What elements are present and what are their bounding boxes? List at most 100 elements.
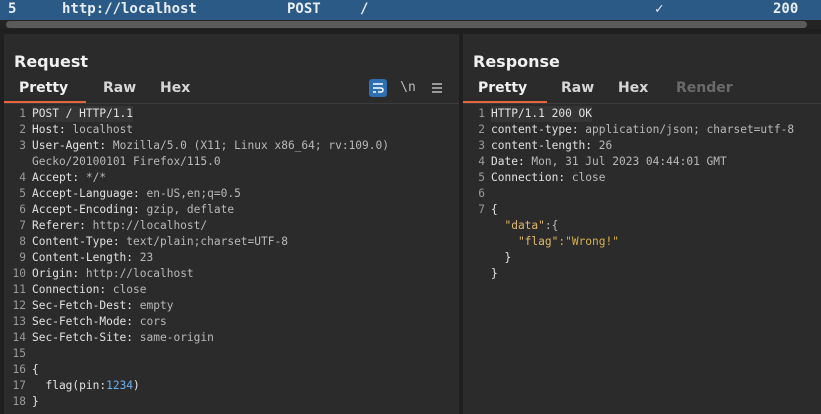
line-content: Referer: http://localhost/	[32, 218, 207, 234]
code-line: 2 content-type: application/json; charset…	[467, 122, 817, 138]
response-pane: Response Pretty Raw Hex Render 1 HTTP/1.1…	[463, 34, 821, 414]
line-key: flag(pin:	[32, 379, 107, 392]
code-line: 17 flag(pin:1234)	[8, 378, 452, 394]
line-number: 2	[19, 123, 26, 136]
line-number: 1	[19, 107, 26, 120]
line-content: Accept-Encoding: gzip, deflate	[32, 202, 234, 218]
response-tab-render[interactable]: Render	[676, 80, 733, 96]
line-value: close	[565, 171, 606, 184]
line-value: :{	[544, 219, 559, 232]
tabs-border	[4, 103, 459, 104]
line-content: Connection: close	[491, 170, 606, 186]
request-tab-pretty[interactable]: Pretty	[19, 80, 68, 96]
line-value: 1234	[106, 379, 134, 392]
line-key: Content-Type:	[32, 235, 120, 248]
line-key: }	[32, 395, 39, 408]
line-content: POST / HTTP/1.1	[32, 106, 134, 122]
line-content: }	[32, 394, 39, 410]
line-value: */*	[79, 171, 107, 184]
history-path: /	[360, 1, 369, 17]
code-line: 1 HTTP/1.1 200 OK	[467, 106, 817, 122]
line-content: {	[32, 362, 39, 378]
code-line: Gecko/20100101 Firefox/115.0	[8, 154, 452, 170]
line-key: content-type:	[491, 123, 579, 136]
line-number: 16	[12, 363, 26, 376]
line-key: Accept-Language:	[32, 187, 140, 200]
request-tab-hex[interactable]: Hex	[160, 80, 190, 96]
history-url: http://localhost	[62, 1, 197, 17]
line-key: Date:	[491, 155, 525, 168]
line-key: "flag"	[491, 235, 559, 248]
code-line: 14 Sec-Fetch-Site: same-origin	[8, 330, 452, 346]
wrap-lines-icon[interactable]	[369, 79, 387, 97]
line-content: Gecko/20100101 Firefox/115.0	[32, 154, 221, 170]
check-icon: ✓	[655, 1, 664, 17]
line-key: Accept:	[32, 171, 80, 184]
request-tab-raw[interactable]: Raw	[103, 80, 136, 96]
line-number: 11	[12, 283, 26, 296]
line-content: Sec-Fetch-Mode: cors	[32, 314, 167, 330]
line-value: close	[106, 283, 147, 296]
line-number: 9	[19, 251, 26, 264]
code-line: 6 Accept-Encoding: gzip, deflate	[8, 202, 452, 218]
code-line: 15	[8, 346, 452, 362]
line-content: Sec-Fetch-Site: same-origin	[32, 330, 214, 346]
history-id: 5	[8, 1, 17, 17]
line-content: Origin: http://localhost	[32, 266, 194, 282]
line-number: 7	[478, 203, 485, 216]
line-key: Host:	[32, 123, 66, 136]
line-number: 14	[12, 331, 26, 344]
line-value: gzip, deflate	[139, 203, 235, 216]
line-number: 12	[12, 299, 26, 312]
line-number: 7	[19, 219, 26, 232]
line-key: Referer:	[32, 219, 86, 232]
line-number: 18	[12, 395, 26, 408]
line-content: Host: localhost	[32, 122, 133, 138]
code-line: "data":{	[467, 218, 817, 234]
newline-toggle[interactable]: \n	[399, 79, 417, 97]
line-value: Mozilla/5.0 (X11; Linux x86_64; rv:109.0…	[106, 139, 389, 152]
code-line: }	[467, 266, 817, 282]
line-value: same-origin	[133, 331, 214, 344]
response-editor[interactable]: 1 HTTP/1.1 200 OK 2 content-type: applicati…	[467, 106, 817, 282]
code-line: 7 Referer: http://localhost/	[8, 218, 452, 234]
response-tab-raw[interactable]: Raw	[561, 80, 594, 96]
code-line: 4 Accept: */*	[8, 170, 452, 186]
horizontal-scrollbar[interactable]	[0, 20, 821, 29]
code-line: 3 content-length: 26	[467, 138, 817, 154]
line-value: 26	[592, 139, 613, 152]
code-line: 12 Sec-Fetch-Dest: empty	[8, 298, 452, 314]
code-line: 10 Origin: http://localhost	[8, 266, 452, 282]
line-content: Date: Mon, 31 Jul 2023 04:44:01 GMT	[491, 154, 727, 170]
code-line: 16 {	[8, 362, 452, 378]
code-line: }	[467, 250, 817, 266]
code-line: 9 Content-Length: 23	[8, 250, 452, 266]
line-key: content-length:	[491, 139, 593, 152]
scrollbar-thumb[interactable]	[6, 21, 807, 28]
response-tab-pretty[interactable]: Pretty	[478, 80, 527, 96]
response-title: Response	[473, 52, 560, 71]
line-value: http://localhost/	[85, 219, 208, 232]
line-key: "data"	[491, 219, 545, 232]
line-key: Content-Length:	[32, 251, 134, 264]
line-content: "flag":"Wrong!"	[491, 234, 619, 250]
response-tab-hex[interactable]: Hex	[618, 80, 648, 96]
line-value: text/plain;charset=UTF-8	[119, 235, 288, 248]
line-content: User-Agent: Mozilla/5.0 (X11; Linux x86_…	[32, 138, 389, 154]
line-key: {	[491, 203, 498, 216]
history-status: 200	[773, 1, 799, 17]
line-key: POST / HTTP/1.1	[32, 107, 134, 120]
hamburger-menu-icon[interactable]	[428, 79, 446, 97]
request-editor[interactable]: 1 POST / HTTP/1.1 2 Host: localhost 3 User-Ag…	[8, 106, 452, 410]
code-line: 13 Sec-Fetch-Mode: cors	[8, 314, 452, 330]
code-line: 4 Date: Mon, 31 Jul 2023 04:44:01 GMT	[467, 154, 817, 170]
code-line: 18}	[8, 394, 452, 410]
line-key: Origin:	[32, 267, 80, 280]
line-value: empty	[133, 299, 174, 312]
line-value: Gecko/20100101 Firefox/115.0	[32, 155, 221, 168]
history-row[interactable]: 5 http://localhost POST / ✓ 200	[0, 0, 821, 20]
line-content: Content-Length: 23	[32, 250, 153, 266]
code-line: 1 POST / HTTP/1.1	[8, 106, 452, 122]
code-line: 3 User-Agent: Mozilla/5.0 (X11; Linux x86…	[8, 138, 452, 154]
line-key: }	[491, 267, 498, 280]
